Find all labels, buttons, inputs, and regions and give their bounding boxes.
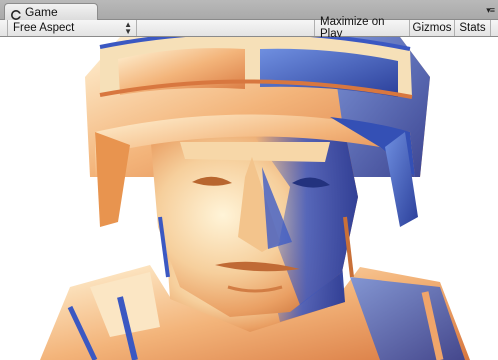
- unity-logo-icon: [11, 7, 21, 20]
- stats-button[interactable]: Stats: [455, 20, 491, 36]
- tab-game-label: Game: [25, 5, 58, 19]
- soldier-render: [40, 37, 470, 360]
- tab-strip: Game ▾≡: [0, 0, 498, 20]
- game-viewport[interactable]: [0, 37, 498, 360]
- aspect-dropdown[interactable]: Free Aspect ▲ ▼: [7, 20, 137, 36]
- maximize-on-play-button[interactable]: Maximize on Play: [314, 16, 410, 40]
- game-window: Game ▾≡ Free Aspect ▲ ▼ Maximize on Play …: [0, 0, 498, 360]
- game-toolbar: Free Aspect ▲ ▼ Maximize on Play Gizmos S…: [0, 16, 498, 40]
- tab-menu-icon[interactable]: ▾≡: [486, 5, 495, 16]
- aspect-label: Free Aspect: [13, 22, 75, 34]
- gizmos-button[interactable]: Gizmos: [410, 20, 455, 36]
- updown-arrows-icon: ▲ ▼: [124, 20, 132, 36]
- tab-game[interactable]: Game: [4, 3, 98, 20]
